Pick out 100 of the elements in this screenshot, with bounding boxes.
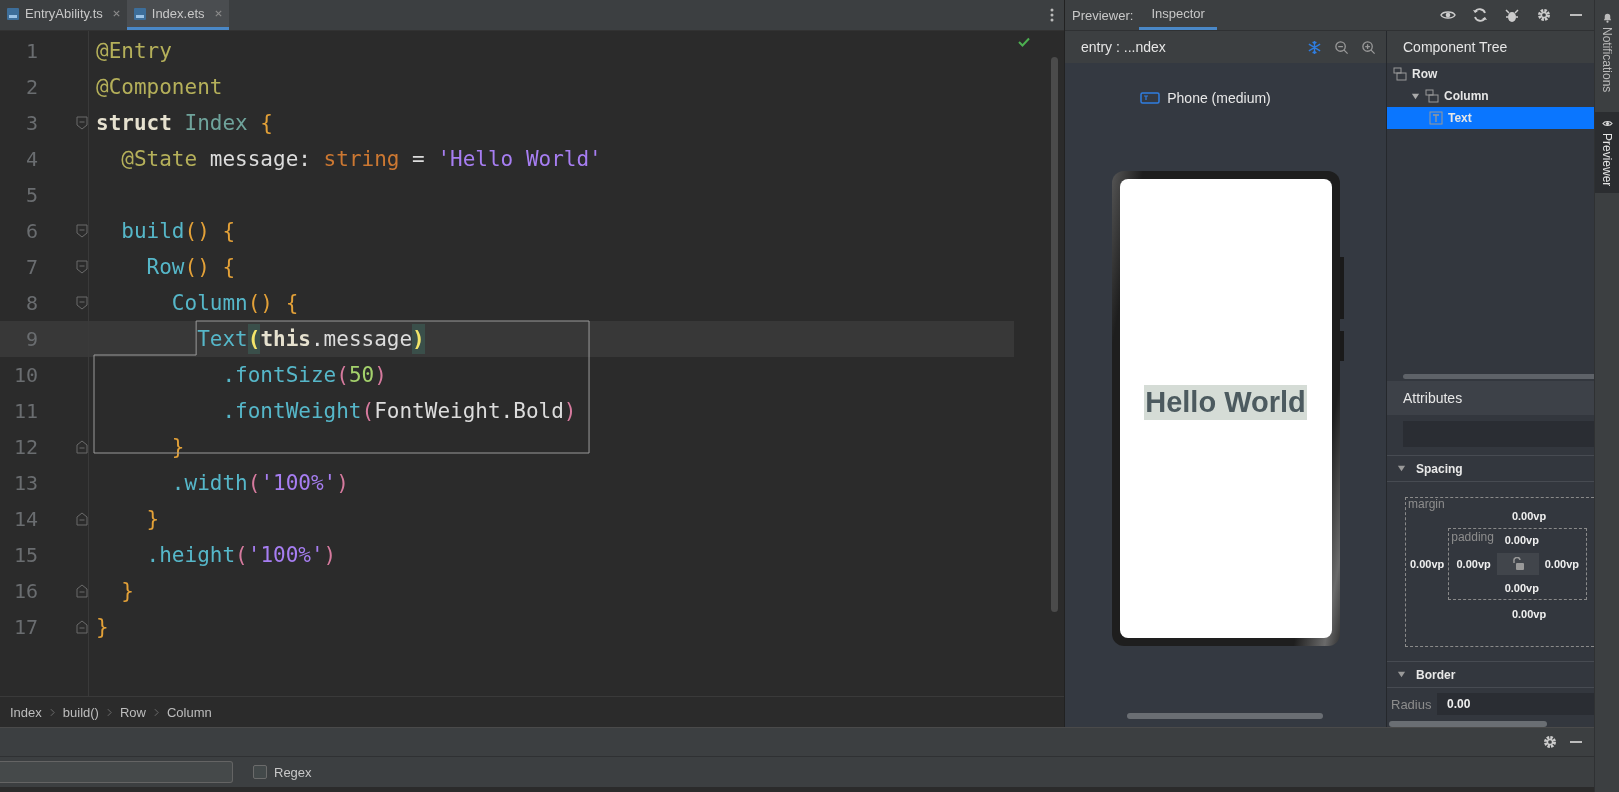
code-line: build() { xyxy=(120,218,237,245)
expand-arrow-icon[interactable] xyxy=(1397,464,1406,473)
code-line: Row() { xyxy=(145,254,237,281)
code-line: .fontSize(50) xyxy=(221,362,388,389)
chevron-icon xyxy=(153,707,159,717)
scrollbar[interactable] xyxy=(1403,374,1594,379)
fold-marker-icon[interactable] xyxy=(76,620,88,634)
zoom-out-icon[interactable] xyxy=(1334,39,1349,55)
check-icon xyxy=(1018,37,1030,47)
panel-label: Previewer: xyxy=(1072,7,1134,23)
code-line: } xyxy=(145,506,161,533)
line-number: 6 xyxy=(24,219,38,243)
fold-marker-icon[interactable] xyxy=(76,224,88,238)
section-title: Border xyxy=(1416,667,1456,682)
side-tab[interactable]: Notifications xyxy=(1595,6,1619,99)
line-number: 9 xyxy=(24,327,38,351)
settings-icon[interactable] xyxy=(1542,734,1558,750)
line-number: 15 xyxy=(12,543,38,567)
expand-arrow-icon[interactable] xyxy=(1397,670,1406,679)
line-number: 14 xyxy=(12,507,38,531)
breadcrumb-item[interactable]: build() xyxy=(62,704,99,720)
line-number: 12 xyxy=(12,435,38,459)
checkbox[interactable] xyxy=(253,765,267,779)
line-number: 4 xyxy=(24,147,38,171)
breadcrumb-item[interactable]: Column xyxy=(166,704,212,720)
code-line: struct Index { xyxy=(95,110,274,137)
line-number: 10 xyxy=(12,363,38,387)
bug-icon[interactable] xyxy=(1504,7,1520,23)
code-line: .width('100%') xyxy=(170,470,350,497)
expand-arrow-icon[interactable] xyxy=(1411,91,1420,101)
line-number: 2 xyxy=(24,75,38,99)
line-number: 17 xyxy=(12,615,38,639)
settings-icon[interactable] xyxy=(1536,7,1552,23)
code-line: } xyxy=(95,614,110,641)
layout-icon xyxy=(1425,89,1439,103)
tree-item[interactable]: Column xyxy=(1387,85,1594,107)
fold-marker-icon[interactable] xyxy=(76,512,88,526)
editor-tab[interactable]: EntryAbility.ts xyxy=(0,0,127,30)
panel-title: Component Tree xyxy=(1403,39,1508,55)
fold-marker-icon[interactable] xyxy=(76,260,88,274)
chevron-icon xyxy=(49,707,55,717)
fold-marker-icon[interactable] xyxy=(76,584,88,598)
tree-item[interactable]: Row xyxy=(1387,63,1594,85)
search-field[interactable] xyxy=(0,761,233,783)
layout-icon xyxy=(1393,67,1407,81)
side-tab[interactable]: Previewer xyxy=(1595,112,1619,193)
line-number: 11 xyxy=(12,399,38,423)
chevron-icon xyxy=(106,707,112,717)
code-line: } xyxy=(120,578,135,605)
more-icon[interactable] xyxy=(1050,8,1054,22)
lock-icon xyxy=(1510,557,1525,571)
scrollbar[interactable] xyxy=(1127,713,1323,719)
editor-tab[interactable]: Index.ets xyxy=(126,0,229,30)
lock-button[interactable] xyxy=(1496,553,1539,575)
breadcrumb-item[interactable]: Row xyxy=(119,704,146,720)
device-icon xyxy=(1140,92,1161,104)
fold-marker-icon[interactable] xyxy=(76,440,88,454)
margin-value[interactable]: 0.00vp xyxy=(1410,558,1445,570)
code-line: Column() { xyxy=(170,290,300,317)
code-line: } xyxy=(170,434,186,461)
margin-value[interactable]: 0.00vp xyxy=(1511,608,1547,620)
line-number: 5 xyxy=(24,183,38,207)
checkbox-label[interactable]: Regex xyxy=(274,764,312,780)
box-label: padding xyxy=(1451,530,1494,544)
code-line: @State message: string = 'Hello World' xyxy=(120,146,603,173)
close-icon[interactable] xyxy=(111,9,121,18)
padding-value[interactable]: 0.00vp xyxy=(1504,581,1539,594)
code-line: @Entry xyxy=(95,38,173,65)
code-line: @Component xyxy=(95,74,224,101)
preview-text[interactable]: Hello World xyxy=(1144,385,1307,420)
zoom-in-icon[interactable] xyxy=(1361,39,1376,55)
fold-marker-icon[interactable] xyxy=(76,116,88,130)
field-label: Radius xyxy=(1390,696,1433,712)
radius-field[interactable]: 0.00 xyxy=(1437,693,1594,715)
file-icon xyxy=(6,6,20,21)
text-node-icon xyxy=(1429,111,1443,125)
line-number: 16 xyxy=(12,579,38,603)
code-line: .height('100%') xyxy=(145,542,338,569)
bell-icon xyxy=(1601,12,1613,23)
scrollbar[interactable] xyxy=(1051,57,1058,612)
scrollbar[interactable] xyxy=(1389,721,1547,727)
fold-marker-icon[interactable] xyxy=(76,296,88,310)
padding-value[interactable]: 0.00vp xyxy=(1544,558,1579,570)
section-title: Attributes xyxy=(1403,390,1463,406)
line-number: 1 xyxy=(24,39,38,63)
padding-value[interactable]: 0.00vp xyxy=(1504,534,1539,547)
file-path: entry : ...ndex xyxy=(1081,39,1166,55)
device-selector[interactable]: Phone (medium) xyxy=(1134,89,1277,107)
margin-value[interactable]: 0.00vp xyxy=(1511,510,1547,522)
line-number: 8 xyxy=(24,291,38,315)
padding-value[interactable]: 0.00vp xyxy=(1456,558,1491,570)
snowflake-icon[interactable] xyxy=(1307,39,1322,55)
refresh-icon[interactable] xyxy=(1472,7,1488,23)
box-label: margin xyxy=(1408,497,1445,511)
line-number: 3 xyxy=(24,111,38,135)
code-line: .fontWeight(FontWeight.Bold) xyxy=(221,398,578,425)
breadcrumb-item[interactable]: Index xyxy=(10,704,42,720)
line-number: 13 xyxy=(12,471,38,495)
file-icon xyxy=(132,6,147,21)
close-icon[interactable] xyxy=(213,9,223,18)
